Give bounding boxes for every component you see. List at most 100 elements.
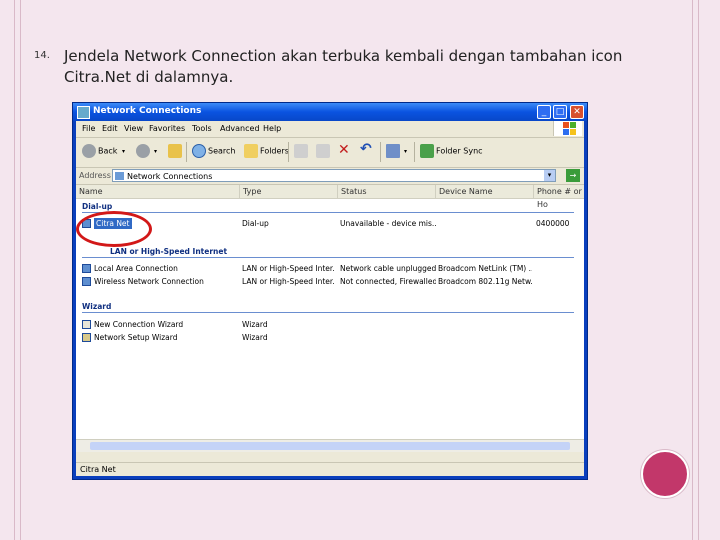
item-status: Unavailable - device mis...	[340, 219, 436, 228]
address-input[interactable]: Network Connections	[112, 169, 556, 182]
file-list: Name Type Status Device Name Phone # or …	[76, 185, 584, 452]
search-icon	[192, 144, 206, 158]
column-name[interactable]: Name	[76, 185, 240, 198]
status-bar: Citra Net	[76, 462, 584, 476]
copy-to-button[interactable]	[316, 144, 332, 160]
menu-tools[interactable]: Tools	[192, 124, 212, 133]
red-highlight-circle	[76, 211, 152, 247]
menu-advanced[interactable]: Advanced	[220, 124, 260, 133]
back-dropdown-icon[interactable]: ▾	[122, 148, 125, 164]
background-stripe	[698, 0, 699, 540]
column-headers: Name Type Status Device Name Phone # or …	[76, 185, 584, 209]
lan-connection-icon	[82, 264, 91, 273]
back-arrow-icon	[82, 144, 96, 158]
group-divider	[82, 312, 574, 313]
move-to-icon	[294, 144, 308, 158]
column-status[interactable]: Status	[338, 185, 436, 198]
group-lan: LAN or High-Speed Internet	[110, 247, 228, 256]
wireless-connection-icon	[82, 277, 91, 286]
group-divider	[82, 212, 574, 213]
list-item[interactable]: New Connection Wizard Wizard	[82, 319, 574, 330]
menu-bar: File Edit View Favorites Tools Advanced …	[76, 121, 584, 138]
toolbar-separator	[414, 142, 415, 162]
close-button[interactable]: ✕	[570, 105, 584, 119]
status-text: Citra Net	[80, 465, 116, 474]
menu-edit[interactable]: Edit	[102, 124, 118, 133]
group-divider	[82, 257, 574, 258]
address-value: Network Connections	[127, 172, 213, 181]
up-folder-button[interactable]	[168, 144, 184, 160]
item-name: Wireless Network Connection	[94, 277, 204, 286]
column-device-name[interactable]: Device Name	[436, 185, 534, 198]
undo-button[interactable]: ↶	[360, 141, 372, 157]
toolbar-separator	[186, 142, 187, 162]
go-button[interactable]: →	[566, 169, 580, 182]
minimize-button[interactable]: _	[537, 105, 551, 119]
new-connection-wizard-icon	[82, 320, 91, 329]
item-type: LAN or High-Speed Inter...	[242, 277, 334, 286]
folder-sync-button[interactable]: Folder Sync	[420, 144, 483, 160]
item-type: Wizard	[242, 333, 268, 342]
column-phone[interactable]: Phone # or Ho	[534, 185, 584, 209]
item-device: Broadcom NetLink (TM) ...	[438, 264, 532, 273]
network-setup-wizard-icon	[82, 333, 91, 342]
windows-logo-icon	[553, 121, 582, 136]
list-item[interactable]: Citra Net Dial-up Unavailable - device m…	[76, 211, 574, 247]
copy-to-icon	[316, 144, 330, 158]
list-item[interactable]: Local Area Connection LAN or High-Speed …	[82, 263, 574, 274]
list-item[interactable]: Wireless Network Connection LAN or High-…	[82, 276, 574, 287]
background-stripe	[20, 0, 21, 540]
group-dialup: Dial-up	[82, 202, 113, 211]
delete-button[interactable]: ✕	[338, 142, 350, 158]
back-button[interactable]: Back	[82, 144, 117, 160]
menu-view[interactable]: View	[124, 124, 143, 133]
network-folder-icon	[77, 106, 90, 119]
views-icon	[386, 144, 400, 158]
background-stripe	[14, 0, 15, 540]
item-name: Network Setup Wizard	[94, 333, 178, 342]
views-dropdown-icon[interactable]: ▾	[404, 148, 407, 164]
decorative-circle	[641, 450, 689, 498]
up-folder-icon	[168, 144, 182, 158]
network-connections-window: Network Connections _ □ ✕ File Edit View…	[72, 102, 588, 480]
forward-dropdown-icon[interactable]: ▾	[154, 148, 157, 164]
slide-number: 14.	[34, 50, 50, 61]
network-folder-icon	[115, 172, 124, 180]
slide-text: Jendela Network Connection akan terbuka …	[64, 47, 623, 86]
maximize-button[interactable]: □	[553, 105, 567, 119]
item-type: Dial-up	[242, 219, 269, 228]
item-type: Wizard	[242, 320, 268, 329]
address-dropdown-icon[interactable]: ▾	[544, 170, 555, 181]
window-title: Network Connections	[93, 106, 202, 116]
item-status: Not connected, Firewalled	[340, 277, 436, 286]
horizontal-scrollbar[interactable]	[76, 439, 584, 452]
title-bar[interactable]: Network Connections _ □ ✕	[73, 103, 587, 121]
toolbar-separator	[380, 142, 381, 162]
list-item[interactable]: Network Setup Wizard Wizard	[82, 332, 574, 343]
background-stripe	[692, 0, 693, 540]
address-bar: Address Network Connections ▾ →	[76, 168, 584, 185]
toolbar-separator	[288, 142, 289, 162]
menu-favorites[interactable]: Favorites	[149, 124, 185, 133]
forward-arrow-icon	[136, 144, 150, 158]
menu-file[interactable]: File	[82, 124, 95, 133]
window-body: File Edit View Favorites Tools Advanced …	[76, 121, 584, 476]
item-type: LAN or High-Speed Inter...	[242, 264, 334, 273]
folder-sync-icon	[420, 144, 434, 158]
views-button[interactable]	[386, 144, 402, 160]
folders-icon	[244, 144, 258, 158]
toolbar: Back ▾ ▾ Search Folders ✕ ↶ ▾ Folder Syn…	[76, 137, 584, 168]
forward-button[interactable]	[136, 144, 152, 160]
column-type[interactable]: Type	[240, 185, 338, 198]
item-name: Local Area Connection	[94, 264, 178, 273]
move-to-button[interactable]	[294, 144, 310, 160]
scrollbar-thumb[interactable]	[90, 442, 570, 450]
item-phone: 0400000	[536, 219, 570, 228]
menu-help[interactable]: Help	[263, 124, 281, 133]
address-label: Address	[79, 171, 111, 180]
item-device: Broadcom 802.11g Netw...	[438, 277, 532, 286]
item-status: Network cable unplugged ...	[340, 264, 436, 273]
item-name: New Connection Wizard	[94, 320, 184, 329]
search-button[interactable]: Search	[192, 144, 235, 160]
folders-button[interactable]: Folders	[244, 144, 289, 160]
